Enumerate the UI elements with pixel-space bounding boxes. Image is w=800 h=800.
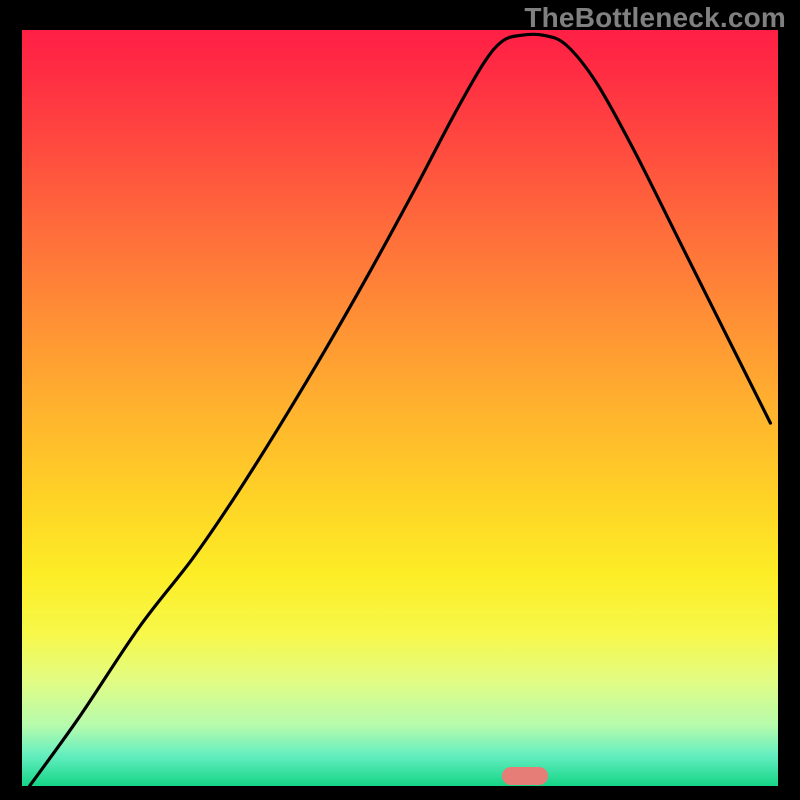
chart-frame: TheBottleneck.com bbox=[0, 0, 800, 800]
plot-area bbox=[22, 30, 778, 786]
color-gradient-background bbox=[22, 30, 778, 786]
optimum-marker bbox=[502, 767, 548, 785]
